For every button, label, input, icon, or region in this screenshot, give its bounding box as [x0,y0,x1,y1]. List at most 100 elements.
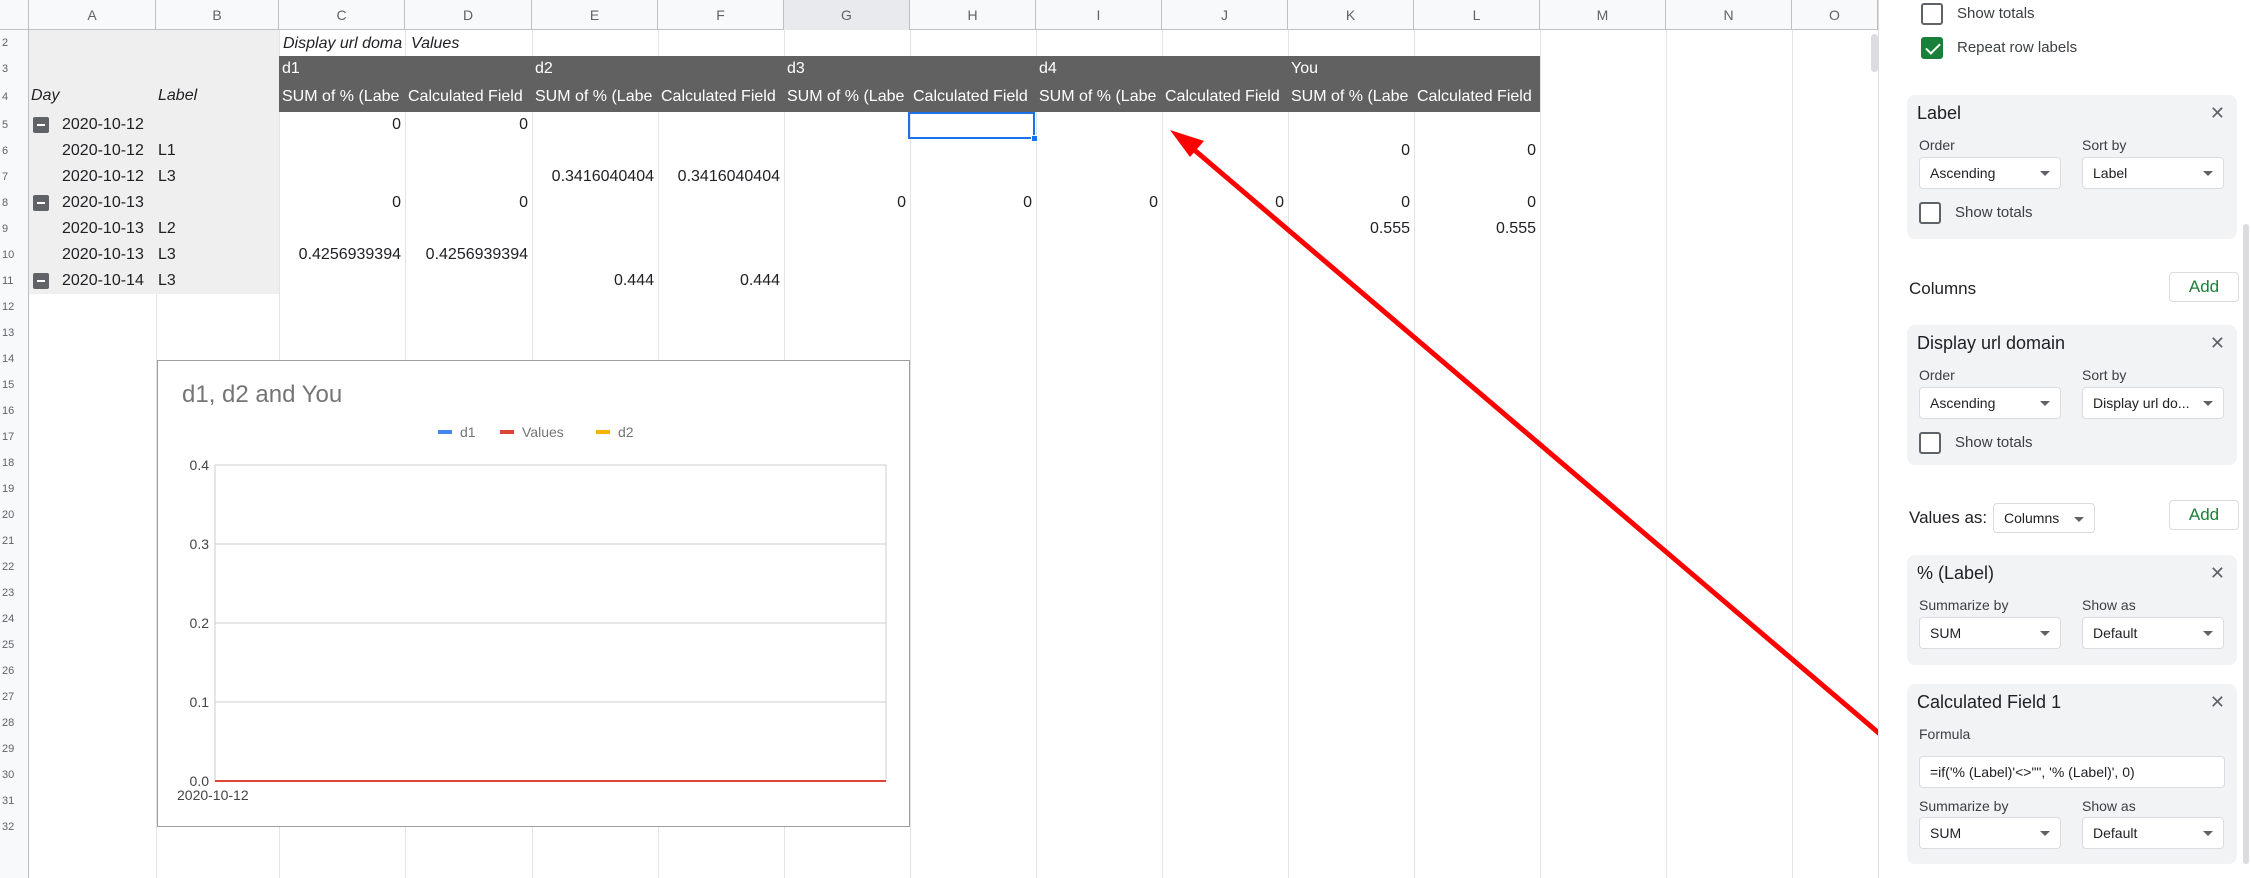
add-column-button[interactable]: Add [2169,272,2239,302]
summarize-dropdown[interactable]: SUM [1919,617,2061,649]
pivot-day-cell[interactable]: 2020-10-13 [62,242,156,268]
formula-input[interactable]: =if('% (Label)'<>"", '% (Label)', 0) [1919,756,2225,788]
pivot-value-cell[interactable]: 0.4256939394 [405,242,532,268]
pivot-value-cell[interactable]: 0 [910,190,1036,216]
close-icon[interactable]: ✕ [2210,563,2225,584]
pivot-label-cell[interactable]: L1 [158,138,268,164]
row-number[interactable]: 28 [0,710,29,736]
column-header-j[interactable]: J [1162,0,1288,30]
row-number[interactable]: 27 [0,684,29,710]
pivot-day-cell[interactable]: 2020-10-12 [62,112,156,138]
sortby-dropdown[interactable]: Display url do... [2082,387,2224,419]
column-header-d[interactable]: D [405,0,532,30]
row-number[interactable]: 17 [0,424,29,450]
row-number[interactable]: 29 [0,736,29,762]
row-number[interactable]: 5 [0,112,29,138]
pivot-value-cell[interactable]: 0 [1414,138,1540,164]
fill-handle[interactable] [1031,135,1038,142]
column-header-m[interactable]: M [1540,0,1666,30]
row-number[interactable]: 10 [0,242,29,268]
pivot-day-cell[interactable]: 2020-10-12 [62,138,156,164]
row-number[interactable]: 3 [0,56,29,82]
row-number[interactable]: 18 [0,450,29,476]
row-number[interactable]: 15 [0,372,29,398]
pivot-value-cell[interactable]: 0 [1036,190,1162,216]
row-number[interactable]: 16 [0,398,29,424]
row-number[interactable]: 2 [0,30,29,56]
column-header-a[interactable]: A [29,0,156,30]
pivot-value-cell[interactable]: 0 [1288,190,1414,216]
pivot-label-cell[interactable]: L2 [158,216,268,242]
row-number[interactable]: 7 [0,164,29,190]
pivot-value-cell[interactable]: 0 [279,112,405,138]
pivot-value-cell[interactable]: 0 [1162,190,1288,216]
pivot-label-cell[interactable]: L3 [158,164,268,190]
sortby-dropdown[interactable]: Label [2082,157,2224,189]
select-all-corner[interactable] [0,0,29,30]
label-show-totals-checkbox[interactable] [1919,202,1941,224]
sheet-grid[interactable]: ABCDEFGHIJKLMNO 2 3 4 5 6 7 8 9 10 11 12 13 14 15 16 17… [0,0,1878,878]
order-dropdown[interactable]: Ascending [1919,157,2061,189]
pivot-value-cell[interactable]: 0.3416040404 [532,164,658,190]
pivot-value-cell[interactable]: 0 [279,190,405,216]
close-icon[interactable]: ✕ [2210,103,2225,124]
pivot-label-cell[interactable]: L3 [158,242,268,268]
pivot-day-cell[interactable]: 2020-10-13 [62,216,156,242]
pivot-day-cell[interactable]: 2020-10-14 [62,268,156,294]
row-number[interactable]: 9 [0,216,29,242]
row-number[interactable]: 23 [0,580,29,606]
pivot-value-cell[interactable]: 0.3416040404 [658,164,784,190]
line-chart[interactable]: d1, d2 and You d1 Values d2 0.4 0.3 0.2 0.1 0.0… [157,360,910,827]
row-number[interactable]: 12 [0,294,29,320]
pivot-value-cell[interactable]: 0 [784,190,910,216]
row-number[interactable]: 32 [0,814,29,840]
display-show-totals-checkbox[interactable] [1919,432,1941,454]
column-header-b[interactable]: B [156,0,279,30]
column-header-h[interactable]: H [910,0,1036,30]
sheet-scrollbar[interactable] [1871,34,1878,72]
pivot-label-cell[interactable]: L3 [158,268,268,294]
row-number[interactable]: 25 [0,632,29,658]
pivot-value-cell[interactable]: 0.4256939394 [279,242,405,268]
row-number[interactable]: 26 [0,658,29,684]
row-number[interactable]: 6 [0,138,29,164]
column-header-c[interactable]: C [279,0,405,30]
order-dropdown[interactable]: Ascending [1919,387,2061,419]
pivot-day-cell[interactable]: 2020-10-13 [62,190,156,216]
pivot-day-cell[interactable]: 2020-10-12 [62,164,156,190]
values-as-dropdown[interactable]: Columns [1993,503,2095,533]
collapse-group-icon[interactable] [33,273,49,289]
row-number[interactable]: 21 [0,528,29,554]
column-header-l[interactable]: L [1414,0,1540,30]
showas-dropdown[interactable]: Default [2082,617,2224,649]
column-header-f[interactable]: F [658,0,784,30]
pivot-value-cell[interactable]: 0 [405,112,532,138]
row-number[interactable]: 8 [0,190,29,216]
row-number[interactable]: 20 [0,502,29,528]
summarize-dropdown[interactable]: SUM [1919,817,2061,849]
collapse-group-icon[interactable] [33,195,49,211]
column-header-e[interactable]: E [532,0,658,30]
column-header-k[interactable]: K [1288,0,1414,30]
add-value-button[interactable]: Add [2169,500,2239,530]
selected-cell[interactable] [908,112,1035,139]
show-totals-checkbox-rows[interactable] [1921,3,1943,25]
column-header-g[interactable]: G [784,0,910,30]
showas-dropdown[interactable]: Default [2082,817,2224,849]
pivot-label-cell[interactable] [158,112,268,138]
row-number[interactable]: 30 [0,762,29,788]
pivot-value-cell[interactable]: 0.444 [532,268,658,294]
column-header-n[interactable]: N [1666,0,1792,30]
column-header-o[interactable]: O [1792,0,1878,30]
row-number[interactable]: 11 [0,268,29,294]
pivot-value-cell[interactable]: 0.444 [658,268,784,294]
pivot-value-cell[interactable]: 0 [405,190,532,216]
row-number[interactable]: 13 [0,320,29,346]
pivot-value-cell[interactable]: 0.555 [1288,216,1414,242]
row-number[interactable]: 31 [0,788,29,814]
row-number[interactable]: 14 [0,346,29,372]
close-icon[interactable]: ✕ [2210,333,2225,354]
row-number[interactable]: 4 [0,82,29,112]
pivot-value-cell[interactable]: 0.555 [1414,216,1540,242]
row-number[interactable]: 19 [0,476,29,502]
